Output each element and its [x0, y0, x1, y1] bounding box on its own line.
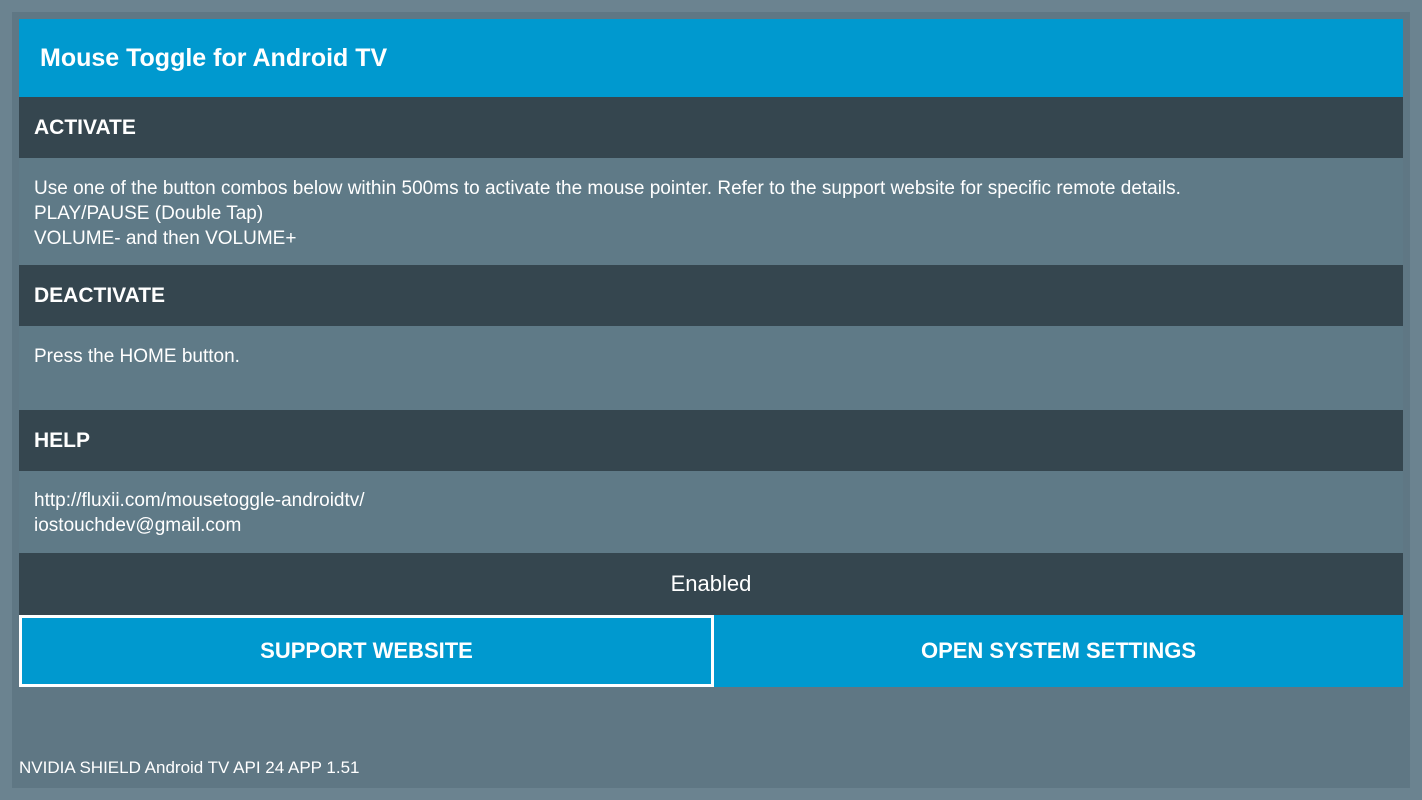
help-header: HELP	[19, 410, 1403, 471]
help-email: iostouchdev@gmail.com	[34, 515, 242, 536]
deactivate-header: DEACTIVATE	[19, 265, 1403, 326]
deactivate-body: Press the HOME button.	[19, 326, 1403, 410]
deactivate-heading: DEACTIVATE	[34, 283, 166, 307]
activate-line: VOLUME- and then VOLUME+	[34, 228, 297, 249]
app-title: Mouse Toggle for Android TV	[40, 43, 388, 72]
help-url: http://fluxii.com/mousetoggle-androidtv/	[34, 490, 365, 511]
deactivate-line: Press the HOME button.	[34, 346, 240, 367]
device-info-footer: NVIDIA SHIELD Android TV API 24 APP 1.51	[19, 758, 360, 777]
status-bar: Enabled	[19, 553, 1403, 615]
main-panel: Mouse Toggle for Android TV ACTIVATE Use…	[19, 19, 1403, 687]
support-website-button[interactable]: SUPPORT WEBSITE	[19, 615, 714, 687]
open-system-settings-button[interactable]: OPEN SYSTEM SETTINGS	[714, 615, 1403, 687]
app-title-bar: Mouse Toggle for Android TV	[19, 19, 1403, 97]
status-text: Enabled	[670, 571, 752, 596]
button-row: SUPPORT WEBSITE OPEN SYSTEM SETTINGS	[19, 615, 1403, 687]
help-heading: HELP	[34, 428, 91, 452]
activate-heading: ACTIVATE	[34, 115, 136, 139]
activate-line: PLAY/PAUSE (Double Tap)	[34, 203, 264, 224]
activate-body: Use one of the button combos below withi…	[19, 158, 1403, 265]
activate-line: Use one of the button combos below withi…	[34, 178, 1181, 199]
activate-header: ACTIVATE	[19, 97, 1403, 158]
help-body: http://fluxii.com/mousetoggle-androidtv/…	[19, 471, 1403, 553]
